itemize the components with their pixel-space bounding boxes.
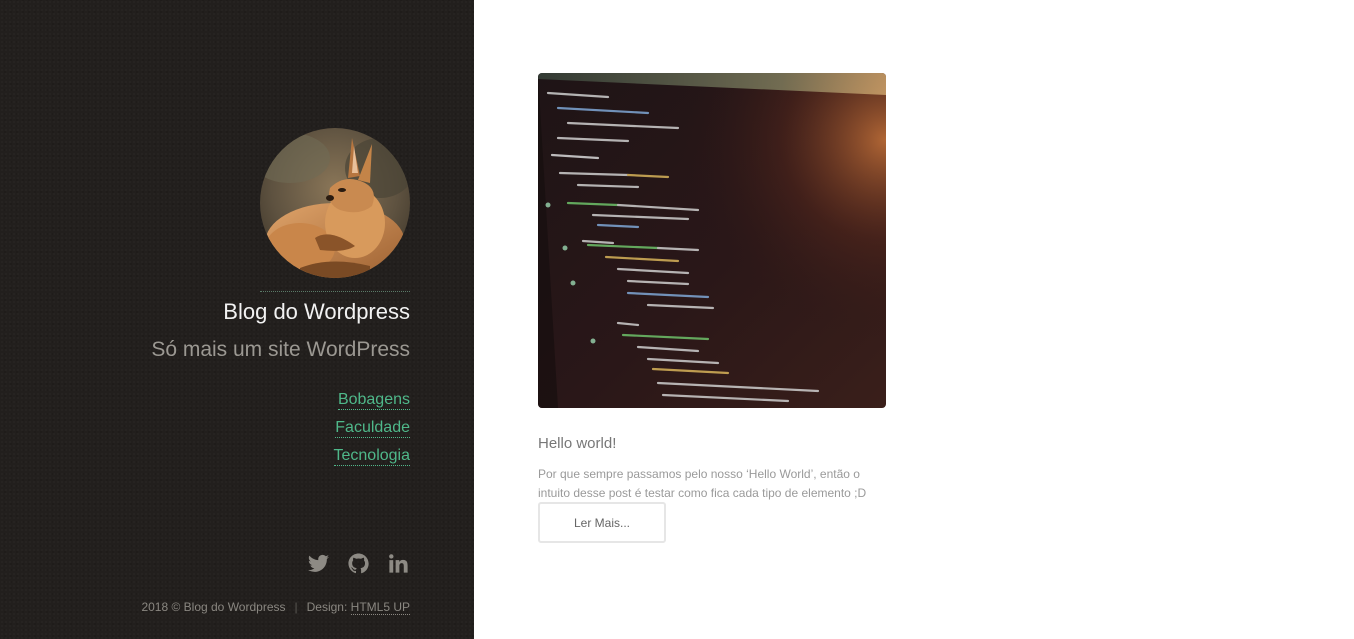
site-title[interactable]: Blog do Wordpress — [223, 299, 410, 325]
sidebar: Blog do Wordpress Só mais um site WordPr… — [0, 0, 474, 639]
post-excerpt: Por que sempre passamos pelo nosso ‘Hell… — [538, 467, 867, 500]
site-tagline: Só mais um site WordPress — [151, 338, 410, 361]
github-icon[interactable] — [347, 552, 370, 575]
post-title[interactable]: Hello world! — [538, 435, 616, 452]
linkedin-icon[interactable] — [387, 552, 410, 575]
title-divider — [260, 291, 410, 292]
nav-link-tecnologia[interactable]: Tecnologia — [333, 446, 410, 466]
page: Blog do Wordpress Só mais um site WordPr… — [0, 0, 1354, 639]
avatar — [260, 128, 410, 278]
twitter-icon[interactable] — [307, 552, 330, 575]
nav-link-faculdade[interactable]: Faculdade — [335, 418, 410, 438]
category-nav: Bobagens Faculdade Tecnologia — [333, 390, 410, 474]
read-more-button[interactable]: Ler Mais... — [538, 502, 666, 543]
kangaroo-photo-icon — [260, 128, 410, 278]
code-screen-photo-icon — [538, 73, 886, 408]
footer: 2018 © Blog do Wordpress | Design: HTML5 U… — [141, 600, 410, 615]
footer-design-link[interactable]: HTML5 UP — [350, 600, 410, 615]
footer-separator: | — [294, 600, 298, 614]
social-links — [307, 552, 410, 575]
nav-link-bobagens[interactable]: Bobagens — [337, 390, 410, 410]
footer-copyright: 2018 © Blog do Wordpress — [141, 600, 286, 614]
footer-design-label: Design: — [306, 600, 348, 614]
post-thumbnail[interactable] — [538, 73, 886, 408]
